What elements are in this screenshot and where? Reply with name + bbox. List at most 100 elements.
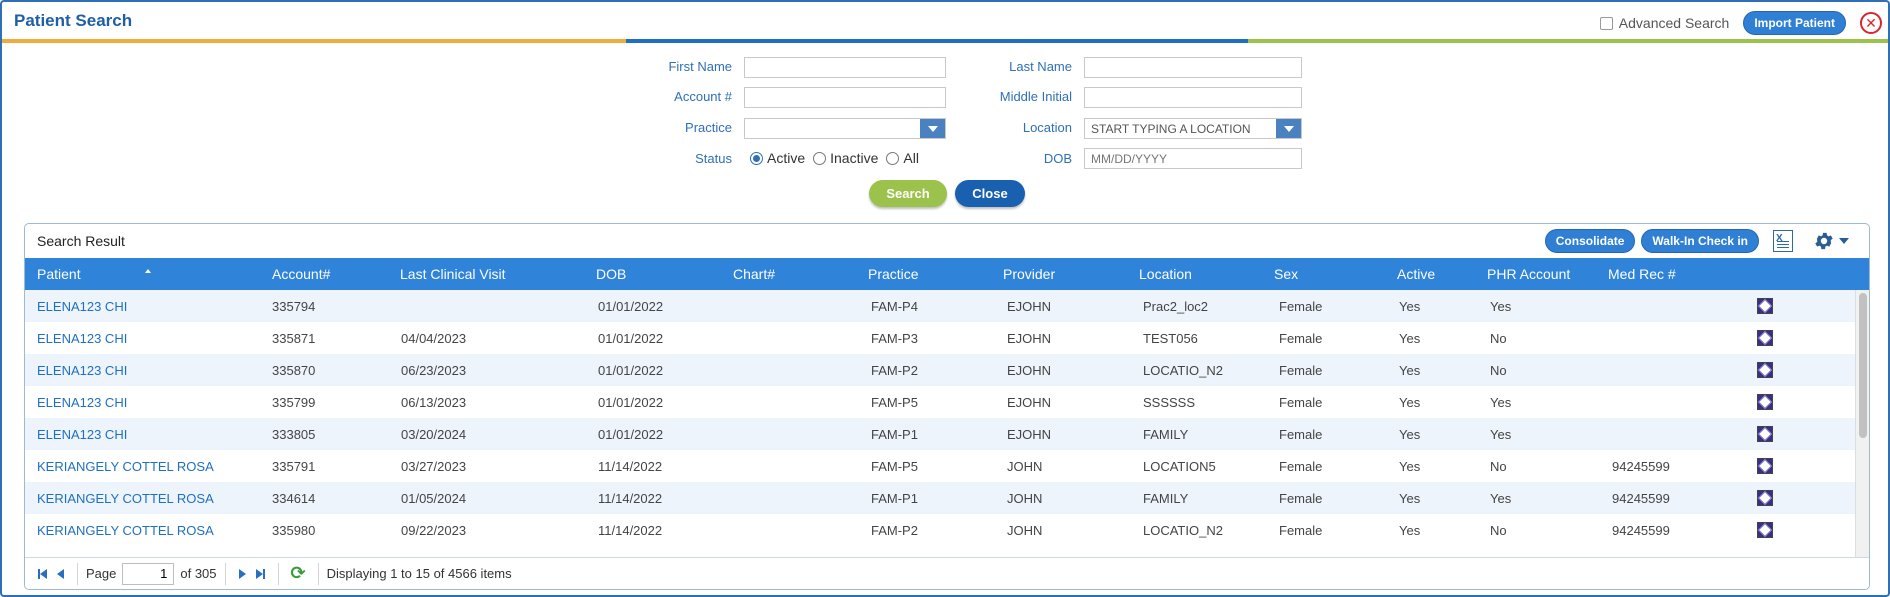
column-header-phr-account[interactable]: PHR Account — [1487, 266, 1570, 282]
excel-export-icon[interactable] — [1773, 230, 1793, 252]
column-header-dob[interactable]: DOB — [596, 266, 626, 282]
table-body: ELENA123 CHI 335794 01/01/2022 FAM-P4 EJ… — [25, 290, 1856, 556]
search-result-panel: Search Result Consolidate Walk-In Check … — [24, 223, 1870, 590]
phr-cell: Yes — [1490, 427, 1512, 442]
column-header-practice[interactable]: Practice — [868, 266, 919, 282]
patient-name-link[interactable]: ELENA123 CHI — [37, 299, 127, 314]
column-header-location[interactable]: Location — [1139, 266, 1192, 282]
last-page-bar-icon — [263, 568, 266, 579]
last-name-input[interactable] — [1084, 57, 1302, 78]
page-count-label: of 305 — [180, 566, 217, 581]
first-page-button[interactable] — [33, 565, 51, 583]
refresh-icon[interactable]: ⟳ — [291, 563, 306, 584]
table-row[interactable]: ELENA123 CHI 335799 06/13/2023 01/01/202… — [25, 386, 1856, 418]
close-window-icon[interactable]: ✕ — [1860, 12, 1882, 34]
status-active-option[interactable]: Active — [750, 150, 805, 166]
active-cell: Yes — [1399, 363, 1421, 378]
patient-name-link[interactable]: KERIANGELY COTTEL ROSA — [37, 459, 214, 474]
dob-cell: 01/01/2022 — [598, 299, 664, 314]
patient-action-icon[interactable] — [1757, 394, 1773, 410]
column-header-med-rec[interactable]: Med Rec # — [1608, 266, 1676, 282]
dob-input[interactable] — [1084, 148, 1302, 169]
patient-name-link[interactable]: ELENA123 CHI — [37, 363, 127, 378]
location-select[interactable]: START TYPING A LOCATION — [1084, 118, 1302, 139]
patient-name-link[interactable]: KERIANGELY COTTEL ROSA — [37, 523, 214, 538]
column-header-patient[interactable]: Patient — [37, 266, 151, 282]
practice-dropdown-arrow[interactable] — [920, 119, 945, 138]
dob-cell: 01/01/2022 — [598, 395, 664, 410]
med-rec-cell: 94245599 — [1612, 523, 1670, 538]
table-row[interactable]: KERIANGELY COTTEL ROSA 335791 03/27/2023… — [25, 450, 1856, 482]
patient-action-icon[interactable] — [1757, 330, 1773, 346]
settings-menu[interactable] — [1813, 230, 1849, 252]
status-inactive-radio[interactable] — [813, 151, 827, 165]
column-header-sex[interactable]: Sex — [1274, 266, 1298, 282]
column-header-provider[interactable]: Provider — [1003, 266, 1055, 282]
patient-action-icon[interactable] — [1757, 298, 1773, 314]
pager-separator — [317, 562, 319, 585]
status-active-radio[interactable] — [750, 151, 763, 165]
location-dropdown-arrow[interactable] — [1276, 119, 1301, 138]
location-cell: LOCATIO_N2 — [1143, 523, 1223, 538]
patient-action-icon[interactable] — [1757, 522, 1773, 538]
table-row[interactable]: ELENA123 CHI 335871 04/04/2023 01/01/202… — [25, 322, 1856, 354]
patient-action-icon[interactable] — [1757, 490, 1773, 506]
table-row[interactable]: ELENA123 CHI 335870 06/23/2023 01/01/202… — [25, 354, 1856, 386]
prev-page-button[interactable] — [51, 565, 69, 583]
last-visit-cell: 04/04/2023 — [401, 331, 467, 346]
status-inactive-option[interactable]: Inactive — [813, 150, 878, 166]
table-row[interactable]: KERIANGELY COTTEL ROSA 335980 09/22/2023… — [25, 514, 1856, 546]
column-header-account[interactable]: Account# — [272, 266, 330, 282]
advanced-search-toggle[interactable]: Advanced Search — [1599, 15, 1729, 31]
column-header-label: Patient — [37, 266, 81, 282]
phr-cell: Yes — [1490, 299, 1512, 314]
phr-cell: Yes — [1490, 395, 1512, 410]
scrollbar-thumb[interactable] — [1859, 293, 1867, 438]
status-all-option[interactable]: All — [886, 150, 919, 166]
table-row[interactable]: KERIANGELY COTTEL ROSA 334614 01/05/2024… — [25, 482, 1856, 514]
practice-select[interactable] — [744, 118, 946, 139]
patient-action-icon[interactable] — [1757, 458, 1773, 474]
patient-name-link[interactable]: ELENA123 CHI — [37, 427, 127, 442]
patient-name-link[interactable]: ELENA123 CHI — [37, 331, 127, 346]
patient-name-link[interactable]: KERIANGELY COTTEL ROSA — [37, 491, 214, 506]
practice-cell: FAM-P1 — [871, 427, 918, 442]
first-name-input[interactable] — [744, 57, 946, 78]
column-header-chart[interactable]: Chart# — [733, 266, 775, 282]
column-header-last-clinical-visit[interactable]: Last Clinical Visit — [400, 266, 506, 282]
location-cell: LOCATION5 — [1143, 459, 1216, 474]
last-visit-cell: 01/05/2024 — [401, 491, 467, 506]
account-input[interactable] — [744, 87, 946, 108]
last-page-button[interactable] — [252, 565, 270, 583]
patient-name-link[interactable]: ELENA123 CHI — [37, 395, 127, 410]
patient-action-icon[interactable] — [1757, 426, 1773, 442]
consolidate-button[interactable]: Consolidate — [1544, 229, 1636, 253]
next-page-button[interactable] — [234, 565, 252, 583]
med-rec-cell: 94245599 — [1612, 459, 1670, 474]
patient-action-icon[interactable] — [1757, 362, 1773, 378]
display-count-text: Displaying 1 to 15 of 4566 items — [326, 566, 512, 581]
account-cell: 335791 — [272, 459, 316, 474]
last-visit-cell: 09/22/2023 — [401, 523, 467, 538]
walk-in-check-in-button[interactable]: Walk-In Check in — [1641, 229, 1759, 253]
last-name-label: Last Name — [1009, 59, 1072, 74]
table-row[interactable]: ELENA123 CHI 333805 03/20/2024 01/01/202… — [25, 418, 1856, 450]
search-button[interactable]: Search — [869, 180, 947, 207]
page-number-input[interactable] — [122, 562, 175, 585]
table-row[interactable]: ELENA123 CHI 335794 01/01/2022 FAM-P4 EJ… — [25, 290, 1856, 322]
sex-cell: Female — [1279, 299, 1323, 314]
close-button[interactable]: Close — [955, 180, 1025, 207]
dob-cell: 01/01/2022 — [598, 331, 664, 346]
med-rec-cell: 94245599 — [1612, 491, 1670, 506]
advanced-search-checkbox[interactable] — [1599, 16, 1613, 30]
provider-cell: JOHN — [1007, 523, 1043, 538]
column-header-active[interactable]: Active — [1397, 266, 1435, 282]
table-scrollbar[interactable] — [1855, 290, 1869, 558]
middle-initial-input[interactable] — [1084, 87, 1302, 108]
phr-cell: No — [1490, 331, 1507, 346]
search-result-header: Search Result Consolidate Walk-In Check … — [25, 224, 1869, 258]
import-patient-button[interactable]: Import Patient — [1743, 11, 1846, 35]
last-visit-cell: 03/20/2024 — [401, 427, 467, 442]
chevron-down-icon — [1839, 238, 1849, 244]
status-all-radio[interactable] — [886, 151, 900, 165]
